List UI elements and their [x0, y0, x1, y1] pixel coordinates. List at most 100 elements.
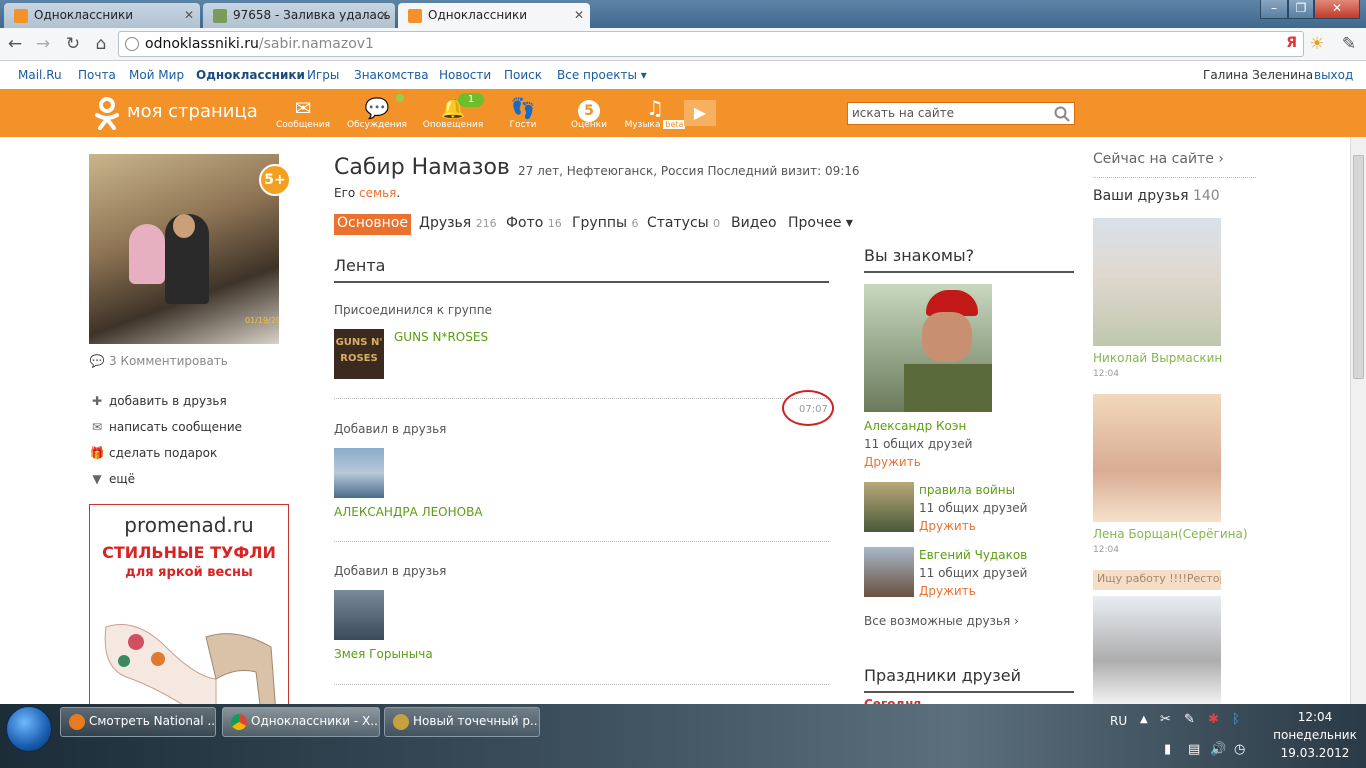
odnoklassniki-link[interactable]: Одноклассники — [196, 68, 305, 82]
nav-discussions[interactable]: 💬 Обсуждения — [342, 94, 412, 130]
forward-arrow-icon[interactable]: → — [32, 33, 54, 55]
tray-update-icon[interactable]: ✱ — [1208, 712, 1219, 727]
taskbar-chrome[interactable]: Одноклассники - Х... — [222, 707, 380, 737]
online-friend-name[interactable]: Лена Борщан(Серёгина) — [1093, 527, 1248, 541]
znakomstva-link[interactable]: Знакомства — [354, 68, 429, 82]
taskbar-clock[interactable]: 12:04 понедельник 19.03.2012 — [1270, 708, 1360, 762]
friend-link[interactable]: Змея Горыныча — [334, 647, 433, 661]
igry-link[interactable]: Игры — [307, 68, 339, 82]
clock-app-icon[interactable]: ◷ — [1234, 742, 1245, 757]
nav-guests[interactable]: 👣 Гости — [488, 96, 558, 130]
holidays-title: Праздники друзей — [864, 666, 1074, 693]
befriend-button[interactable]: Дружить — [864, 455, 921, 469]
tab-friends[interactable]: Друзья 216 — [416, 214, 500, 235]
my-page-link[interactable]: моя страница — [127, 101, 258, 122]
tab-photos[interactable]: Фото 16 — [503, 214, 565, 235]
minimize-window-button[interactable]: – — [1260, 0, 1288, 19]
scrollbar-thumb[interactable] — [1353, 155, 1364, 379]
new-indicator-dot — [396, 94, 404, 102]
online-friend-name[interactable]: Николай Вырмаскин — [1093, 351, 1222, 365]
add-friend-button[interactable]: ✚ добавить в друзья — [89, 394, 227, 408]
home-icon[interactable]: ⌂ — [90, 33, 112, 55]
tab-video[interactable]: Видео — [728, 214, 780, 235]
family-link[interactable]: семья — [359, 186, 396, 200]
suggest-main-photo[interactable] — [864, 284, 992, 412]
browser-tab-1[interactable]: Одноклассники ✕ — [4, 3, 200, 28]
odnoklassniki-logo-icon[interactable] — [92, 96, 122, 130]
poisk-link[interactable]: Поиск — [504, 68, 542, 82]
friend-thumbnail[interactable] — [334, 590, 384, 640]
friend-link[interactable]: АЛЕКСАНДРА ЛЕОНОВА — [334, 505, 483, 519]
nav-music[interactable]: ♫ Музыка beta — [620, 96, 690, 130]
reload-icon[interactable]: ↻ — [62, 33, 84, 55]
moy-mir-link[interactable]: Мой Мир — [129, 68, 184, 82]
online-friend-photo[interactable] — [1093, 394, 1221, 522]
logout-link[interactable]: выход — [1314, 68, 1353, 82]
suggest-thumbnail[interactable] — [864, 547, 914, 597]
tray-device-icon[interactable]: ▮ — [1164, 742, 1171, 757]
language-indicator[interactable]: RU — [1110, 714, 1127, 728]
group-link[interactable]: GUNS N*ROSES — [394, 330, 488, 344]
beta-tag: beta — [663, 120, 686, 129]
extension-sun-icon[interactable]: ☀ — [1306, 33, 1328, 55]
suggest-name[interactable]: Александр Коэн — [864, 419, 966, 433]
five-plus-badge[interactable]: 5+ — [259, 164, 291, 196]
group-thumbnail[interactable]: GUNS N' ROSES — [334, 329, 384, 379]
online-friend-photo[interactable] — [1093, 218, 1221, 346]
bluetooth-icon[interactable]: ᛒ — [1232, 712, 1240, 727]
comments-link[interactable]: 💬 3 Комментировать — [89, 354, 228, 368]
send-gift-button[interactable]: 🎁 сделать подарок — [89, 446, 218, 460]
close-icon[interactable]: ✕ — [574, 8, 584, 22]
site-search-input[interactable]: искать на сайте — [847, 102, 1075, 125]
suggest-name[interactable]: правила войны — [919, 483, 1015, 497]
network-icon[interactable]: ▤ — [1188, 742, 1200, 757]
tab-title: Одноклассники — [34, 8, 134, 22]
yandex-icon[interactable]: Я — [1286, 35, 1297, 51]
befriend-button[interactable]: Дружить — [919, 584, 976, 598]
tab-main[interactable]: Основное — [334, 214, 412, 235]
page-scrollbar[interactable] — [1350, 137, 1366, 704]
tray-pen-icon[interactable]: ✎ — [1184, 712, 1195, 727]
close-icon[interactable]: ✕ — [184, 8, 194, 22]
tab-statuses[interactable]: Статусы 0 — [644, 214, 723, 235]
suggest-name[interactable]: Евгений Чудаков — [919, 548, 1027, 562]
back-arrow-icon[interactable]: ← — [4, 33, 26, 55]
tab-more[interactable]: Прочее ▾ — [785, 214, 856, 235]
search-icon[interactable] — [1054, 106, 1070, 122]
odnoklassniki-favicon-icon — [408, 9, 422, 23]
nav-ratings[interactable]: 5 Оценки — [554, 96, 624, 130]
volume-icon[interactable]: 🔊 — [1210, 742, 1226, 757]
pochta-link[interactable]: Почта — [78, 68, 116, 82]
all-projects-dropdown[interactable]: Все проекты ▾ — [557, 68, 647, 82]
ad-banner[interactable]: promenad.ru СТИЛЬНЫЕ ТУФЛИ для яркой вес… — [89, 504, 289, 714]
tray-app-icon[interactable]: ✂ — [1160, 712, 1171, 727]
maximize-window-button[interactable]: ❐ — [1288, 0, 1314, 19]
befriend-button[interactable]: Дружить — [919, 519, 976, 533]
online-friend-photo[interactable] — [1093, 596, 1221, 704]
more-actions-button[interactable]: ▼ ещё — [89, 472, 135, 486]
write-message-button[interactable]: ✉ написать сообщение — [89, 420, 242, 434]
windows-start-button[interactable] — [6, 706, 52, 752]
url-text: odnoklassniki.ru/sabir.namazov1 — [145, 36, 374, 52]
profile-photo[interactable]: 01/19/20 — [89, 154, 279, 344]
friend-thumbnail[interactable] — [334, 448, 384, 498]
mailru-link[interactable]: Mail.Ru — [18, 68, 62, 82]
current-user-name[interactable]: Галина Зеленина — [1203, 68, 1313, 82]
taskbar-firefox[interactable]: Смотреть National ... — [60, 707, 216, 737]
taskbar-paint[interactable]: Новый точечный р... — [384, 707, 540, 737]
close-icon[interactable]: ✕ — [379, 8, 389, 22]
nav-notifications[interactable]: 🔔 Оповещения 1 — [418, 93, 488, 130]
browser-tab-3-active[interactable]: Одноклассники ✕ — [398, 3, 590, 29]
music-play-icon[interactable]: ▶ — [684, 100, 716, 126]
suggest-thumbnail[interactable] — [864, 482, 914, 532]
close-window-button[interactable]: ✕ — [1314, 0, 1360, 19]
nav-messages[interactable]: ✉ Сообщения — [268, 96, 338, 130]
all-possible-friends-link[interactable]: Все возможные друзья › — [864, 614, 1019, 628]
tab-groups[interactable]: Группы 6 — [569, 214, 642, 235]
online-now-link[interactable]: Сейчас на сайте › — [1093, 151, 1224, 167]
wrench-menu-icon[interactable]: ✎ — [1338, 33, 1360, 55]
show-hidden-icons-icon[interactable]: ▲ — [1140, 714, 1148, 725]
address-bar[interactable]: odnoklassniki.ru/sabir.namazov1 Я — [118, 31, 1304, 57]
browser-tab-2[interactable]: 97658 - Заливка удалась - Ра ✕ — [203, 3, 395, 28]
novosti-link[interactable]: Новости — [439, 68, 491, 82]
